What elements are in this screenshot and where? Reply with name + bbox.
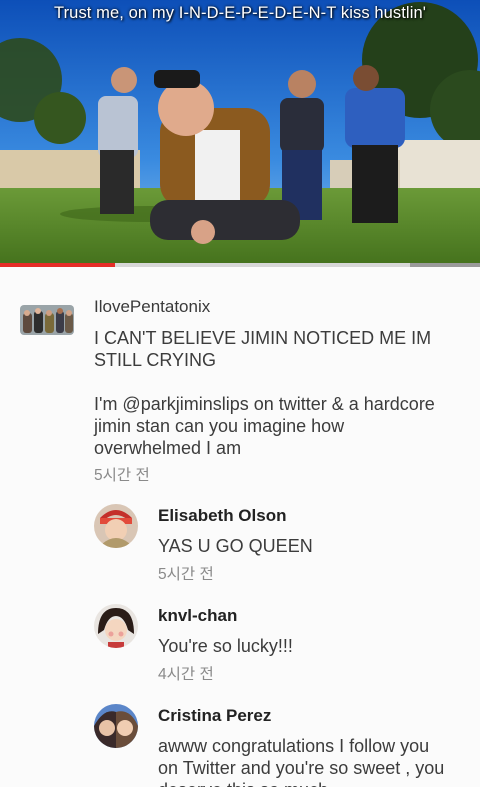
profile-photo-avatar-icon[interactable] [94, 604, 138, 648]
reply-text-line-1: YAS U GO QUEEN [158, 536, 313, 556]
reply-author[interactable]: Cristina Perez [158, 706, 271, 726]
reply-timestamp[interactable]: 4시간 전 [158, 662, 214, 684]
comments-section: IlovePentatonix I CAN'T BELIEVE JIMIN NO… [0, 267, 480, 787]
video-player[interactable]: Trust me, on my I-N-D-E-P-E-D-E-N-T kiss… [0, 0, 480, 267]
reply-author[interactable]: Elisabeth Olson [158, 506, 286, 526]
reply-text-line-1: awww congratulations I follow you [158, 736, 430, 756]
reply-author[interactable]: knvl-chan [158, 606, 237, 626]
comment-headline-line-1: I CAN'T BELIEVE JIMIN NOTICED ME IM [94, 328, 432, 348]
video-subtitle: Trust me, on my I-N-D-E-P-E-D-E-N-T kiss… [54, 4, 426, 22]
reply-text-line-2: on Twitter and you're so sweet , you [158, 758, 445, 778]
comment-author[interactable]: IlovePentatonix [94, 297, 210, 317]
profile-photo-avatar-icon[interactable] [94, 704, 138, 748]
video-frame-scene [0, 0, 480, 267]
comment-body-line-2: jimin stan can you imagine how [94, 416, 345, 436]
comment-body-line-1: I'm @parkjiminslips on twitter & a hardc… [94, 394, 435, 414]
comment-body-line-3: overwhelmed I am [94, 438, 242, 458]
group-photo-avatar-icon[interactable] [20, 305, 74, 335]
reply-text-line-3: deserve this so much [158, 779, 328, 787]
reply-timestamp[interactable]: 5시간 전 [158, 562, 214, 584]
comment-timestamp[interactable]: 5시간 전 [94, 463, 150, 485]
comment-headline-line-2: STILL CRYING [94, 350, 217, 370]
profile-photo-avatar-icon[interactable] [94, 504, 138, 548]
reply-text-line-1: You're so lucky!!! [158, 636, 293, 656]
